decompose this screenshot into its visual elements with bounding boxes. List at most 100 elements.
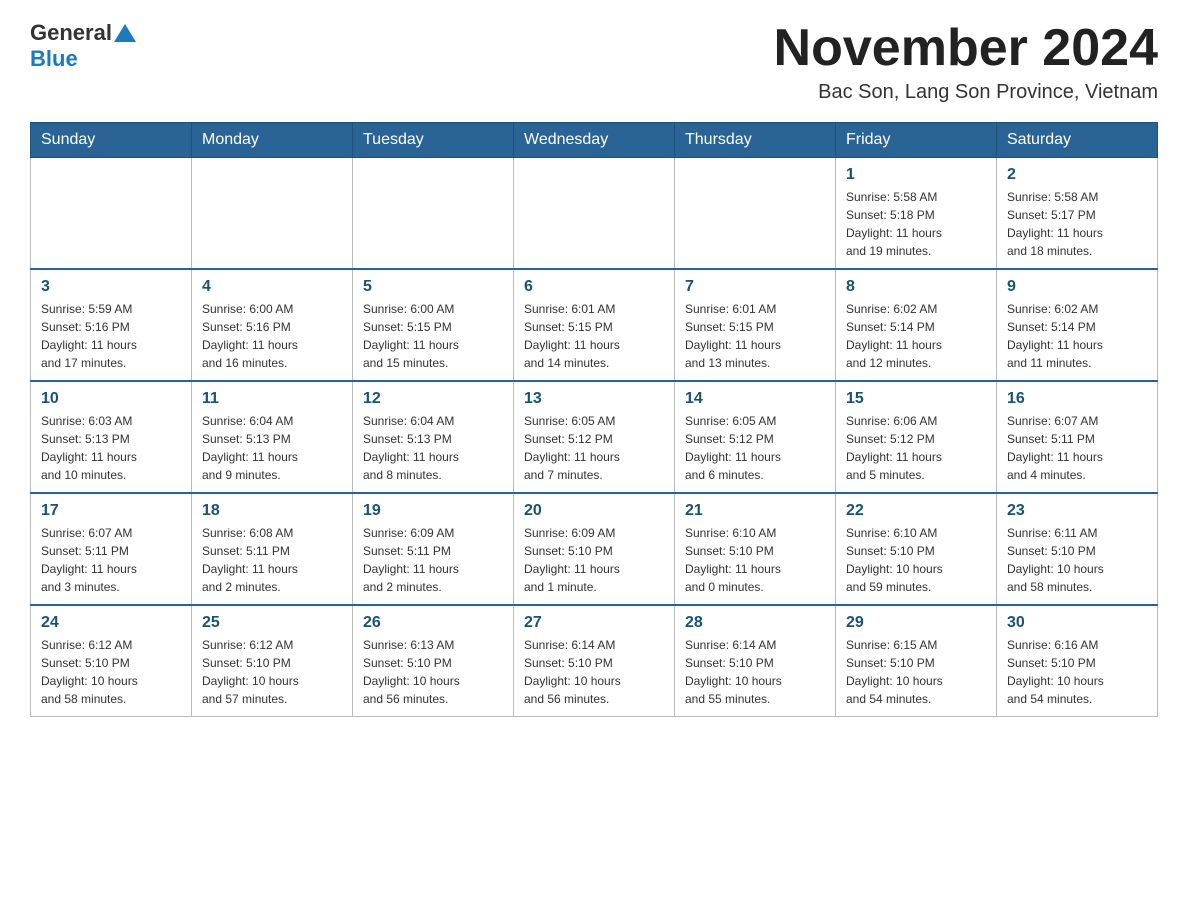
day-info: Sunrise: 5:58 AMSunset: 5:18 PMDaylight:… [846, 188, 986, 260]
day-info: Sunrise: 6:00 AMSunset: 5:15 PMDaylight:… [363, 300, 503, 372]
day-number: 18 [202, 502, 342, 520]
title-area: November 2024 Bac Son, Lang Son Province… [774, 20, 1158, 104]
table-row: 17 Sunrise: 6:07 AMSunset: 5:11 PMDayligh… [31, 493, 192, 605]
col-friday: Friday [836, 123, 997, 158]
table-row: 8Sunrise: 6:02 AMSunset: 5:14 PMDaylight… [836, 269, 997, 381]
page-header: General Blue November 2024 Bac Son, Lang… [30, 20, 1158, 104]
day-number: 6 [524, 278, 664, 296]
day-info: Sunrise: 6:09 AMSunset: 5:10 PMDaylight:… [524, 524, 664, 596]
day-number: 26 [363, 614, 503, 632]
day-number: 20 [524, 502, 664, 520]
table-row: 19 Sunrise: 6:09 AMSunset: 5:11 PMDayligh… [353, 493, 514, 605]
logo-blue-text: Blue [30, 46, 78, 72]
day-number: 15 [846, 390, 986, 408]
month-title: November 2024 [774, 20, 1158, 77]
day-info: Sunrise: 6:07 AMSunset: 5:11 PMDaylight:… [41, 524, 181, 596]
day-number: 4 [202, 278, 342, 296]
day-number: 29 [846, 614, 986, 632]
day-info: Sunrise: 6:12 AMSunset: 5:10 PMDaylight:… [202, 636, 342, 708]
table-row: 3 Sunrise: 5:59 AMSunset: 5:16 PMDaylight… [31, 269, 192, 381]
table-row [353, 158, 514, 270]
day-number: 13 [524, 390, 664, 408]
day-info: Sunrise: 6:15 AMSunset: 5:10 PMDaylight:… [846, 636, 986, 708]
day-number: 21 [685, 502, 825, 520]
day-info: Sunrise: 6:14 AMSunset: 5:10 PMDaylight:… [685, 636, 825, 708]
logo: General Blue [30, 20, 136, 72]
day-info: Sunrise: 6:04 AMSunset: 5:13 PMDaylight:… [202, 412, 342, 484]
day-number: 30 [1007, 614, 1147, 632]
table-row: 6 Sunrise: 6:01 AMSunset: 5:15 PMDaylight… [514, 269, 675, 381]
week-row-3: 10 Sunrise: 6:03 AMSunset: 5:13 PMDayligh… [31, 381, 1158, 493]
col-sunday: Sunday [31, 123, 192, 158]
day-info: Sunrise: 6:13 AMSunset: 5:10 PMDaylight:… [363, 636, 503, 708]
col-saturday: Saturday [997, 123, 1158, 158]
table-row: 10 Sunrise: 6:03 AMSunset: 5:13 PMDayligh… [31, 381, 192, 493]
day-info: Sunrise: 5:58 AMSunset: 5:17 PMDaylight:… [1007, 188, 1147, 260]
day-info: Sunrise: 6:11 AMSunset: 5:10 PMDaylight:… [1007, 524, 1147, 596]
table-row: 25Sunrise: 6:12 AMSunset: 5:10 PMDayligh… [192, 605, 353, 717]
table-row: 2Sunrise: 5:58 AMSunset: 5:17 PMDaylight… [997, 158, 1158, 270]
table-row: 27 Sunrise: 6:14 AMSunset: 5:10 PMDayligh… [514, 605, 675, 717]
table-row: 30 Sunrise: 6:16 AMSunset: 5:10 PMDayligh… [997, 605, 1158, 717]
day-info: Sunrise: 6:01 AMSunset: 5:15 PMDaylight:… [685, 300, 825, 372]
table-row: 18 Sunrise: 6:08 AMSunset: 5:11 PMDayligh… [192, 493, 353, 605]
table-row: 11 Sunrise: 6:04 AMSunset: 5:13 PMDayligh… [192, 381, 353, 493]
table-row: 13 Sunrise: 6:05 AMSunset: 5:12 PMDayligh… [514, 381, 675, 493]
day-info: Sunrise: 6:07 AMSunset: 5:11 PMDaylight:… [1007, 412, 1147, 484]
day-info: Sunrise: 6:12 AMSunset: 5:10 PMDaylight:… [41, 636, 181, 708]
day-number: 8 [846, 278, 986, 296]
day-number: 7 [685, 278, 825, 296]
logo-triangle-icon [114, 22, 136, 44]
table-row: 23 Sunrise: 6:11 AMSunset: 5:10 PMDayligh… [997, 493, 1158, 605]
week-row-2: 3 Sunrise: 5:59 AMSunset: 5:16 PMDaylight… [31, 269, 1158, 381]
day-info: Sunrise: 6:16 AMSunset: 5:10 PMDaylight:… [1007, 636, 1147, 708]
day-number: 10 [41, 390, 181, 408]
col-thursday: Thursday [675, 123, 836, 158]
table-row [514, 158, 675, 270]
table-row: 14 Sunrise: 6:05 AMSunset: 5:12 PMDayligh… [675, 381, 836, 493]
table-row: 5Sunrise: 6:00 AMSunset: 5:15 PMDaylight… [353, 269, 514, 381]
table-row: 21Sunrise: 6:10 AMSunset: 5:10 PMDayligh… [675, 493, 836, 605]
table-row: 1 Sunrise: 5:58 AMSunset: 5:18 PMDaylight… [836, 158, 997, 270]
day-number: 17 [41, 502, 181, 520]
day-number: 1 [846, 166, 986, 184]
day-info: Sunrise: 5:59 AMSunset: 5:16 PMDaylight:… [41, 300, 181, 372]
day-info: Sunrise: 6:03 AMSunset: 5:13 PMDaylight:… [41, 412, 181, 484]
table-row: 9 Sunrise: 6:02 AMSunset: 5:14 PMDaylight… [997, 269, 1158, 381]
week-row-4: 17 Sunrise: 6:07 AMSunset: 5:11 PMDayligh… [31, 493, 1158, 605]
day-number: 23 [1007, 502, 1147, 520]
day-number: 28 [685, 614, 825, 632]
day-info: Sunrise: 6:09 AMSunset: 5:11 PMDaylight:… [363, 524, 503, 596]
day-number: 16 [1007, 390, 1147, 408]
col-wednesday: Wednesday [514, 123, 675, 158]
table-row: 12 Sunrise: 6:04 AMSunset: 5:13 PMDayligh… [353, 381, 514, 493]
day-info: Sunrise: 6:04 AMSunset: 5:13 PMDaylight:… [363, 412, 503, 484]
day-number: 24 [41, 614, 181, 632]
day-info: Sunrise: 6:00 AMSunset: 5:16 PMDaylight:… [202, 300, 342, 372]
day-number: 22 [846, 502, 986, 520]
table-row: 15Sunrise: 6:06 AMSunset: 5:12 PMDayligh… [836, 381, 997, 493]
day-info: Sunrise: 6:02 AMSunset: 5:14 PMDaylight:… [1007, 300, 1147, 372]
day-number: 19 [363, 502, 503, 520]
table-row [192, 158, 353, 270]
table-row: 29 Sunrise: 6:15 AMSunset: 5:10 PMDayligh… [836, 605, 997, 717]
table-row [675, 158, 836, 270]
day-info: Sunrise: 6:05 AMSunset: 5:12 PMDaylight:… [685, 412, 825, 484]
day-info: Sunrise: 6:14 AMSunset: 5:10 PMDaylight:… [524, 636, 664, 708]
day-number: 27 [524, 614, 664, 632]
location-text: Bac Son, Lang Son Province, Vietnam [774, 81, 1158, 104]
day-number: 9 [1007, 278, 1147, 296]
table-row: 22Sunrise: 6:10 AMSunset: 5:10 PMDayligh… [836, 493, 997, 605]
day-info: Sunrise: 6:08 AMSunset: 5:11 PMDaylight:… [202, 524, 342, 596]
day-info: Sunrise: 6:01 AMSunset: 5:15 PMDaylight:… [524, 300, 664, 372]
col-monday: Monday [192, 123, 353, 158]
day-number: 14 [685, 390, 825, 408]
day-number: 3 [41, 278, 181, 296]
table-row: 28 Sunrise: 6:14 AMSunset: 5:10 PMDayligh… [675, 605, 836, 717]
table-row: 20 Sunrise: 6:09 AMSunset: 5:10 PMDayligh… [514, 493, 675, 605]
day-number: 11 [202, 390, 342, 408]
day-info: Sunrise: 6:05 AMSunset: 5:12 PMDaylight:… [524, 412, 664, 484]
table-row: 24 Sunrise: 6:12 AMSunset: 5:10 PMDayligh… [31, 605, 192, 717]
calendar-table: Sunday Monday Tuesday Wednesday Thursday… [30, 122, 1158, 717]
day-number: 12 [363, 390, 503, 408]
